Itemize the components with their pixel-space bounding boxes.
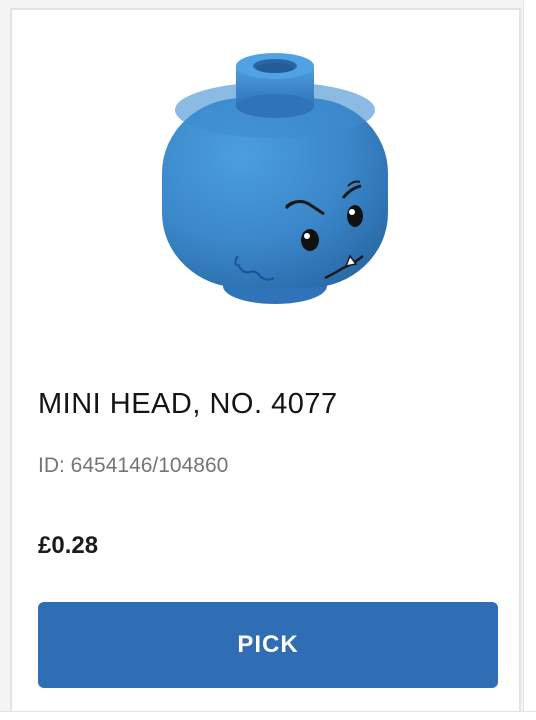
product-title: MINI HEAD, NO. 4077 (38, 388, 338, 420)
next-row-edge (0, 711, 536, 720)
product-id: ID: 6454146/104860 (38, 454, 229, 477)
pick-button[interactable]: PICK (38, 602, 498, 688)
adjacent-card-edge (523, 0, 536, 720)
product-card: MINI HEAD, NO. 4077 ID: 6454146/104860 £… (10, 8, 521, 711)
product-listing-page: MINI HEAD, NO. 4077 ID: 6454146/104860 £… (0, 0, 536, 720)
product-price: £0.28 (38, 532, 99, 559)
minifigure-head-icon (162, 53, 388, 304)
